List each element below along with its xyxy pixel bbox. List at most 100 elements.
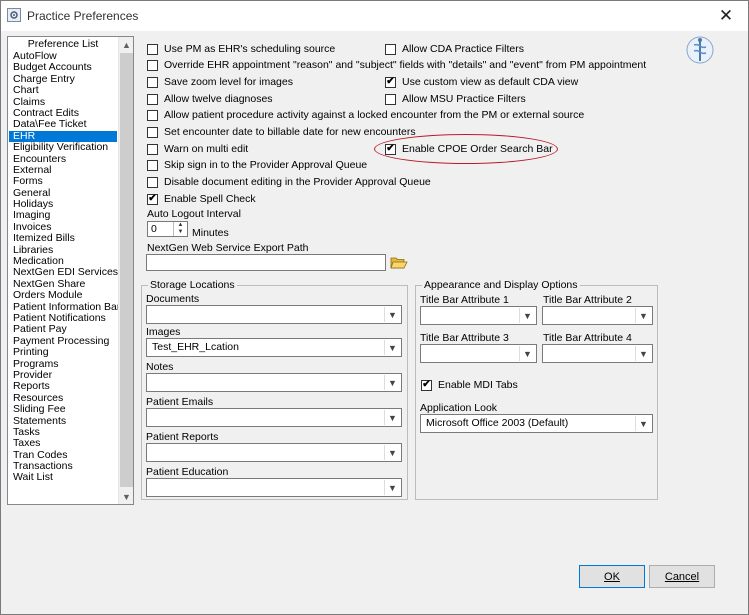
browse-folder-button[interactable] [388, 253, 410, 272]
checkbox-box[interactable] [385, 43, 396, 55]
list-item-orders-module[interactable]: Orders Module [9, 289, 117, 301]
patient-education-select[interactable]: ▼ [146, 478, 402, 497]
allow-twelve-checkbox[interactable]: Allow twelve diagnoses [147, 93, 273, 105]
checkbox-box[interactable] [147, 159, 158, 171]
chevron-down-icon[interactable]: ▼ [635, 308, 651, 323]
checkbox-box[interactable] [147, 126, 158, 138]
export-path-label: NextGen Web Service Export Path [147, 242, 309, 254]
cancel-button[interactable]: Cancel [649, 565, 715, 588]
spinner-arrows-icon[interactable]: ▲ ▼ [173, 222, 187, 236]
patient-emails-select[interactable]: ▼ [146, 408, 402, 427]
auto-logout-spinner[interactable]: 0 ▲ ▼ [147, 221, 188, 237]
checkbox-box[interactable] [147, 76, 158, 88]
chevron-down-icon[interactable]: ▼ [635, 346, 651, 361]
list-item-wait-list[interactable]: Wait List [9, 472, 117, 484]
checkbox-label: Use PM as EHR's scheduling source [164, 43, 336, 55]
list-scrollbar[interactable]: ▲ ▼ [118, 37, 133, 504]
patient-emails-label: Patient Emails [146, 396, 214, 408]
chevron-down-icon[interactable]: ▼ [635, 416, 651, 431]
list-item-reports[interactable]: Reports [9, 380, 117, 392]
preference-list[interactable]: Preference List AutoFlow Budget Accounts C… [7, 36, 134, 505]
checkbox-box[interactable] [147, 143, 158, 155]
list-item-forms[interactable]: Forms [9, 175, 117, 187]
checkbox-label: Enable Spell Check [164, 193, 256, 205]
checkbox-label: Skip sign in to the Provider Approval Qu… [164, 159, 368, 171]
override-ehr-checkbox[interactable]: Override EHR appointment "reason" and "s… [147, 59, 646, 71]
chevron-down-icon[interactable]: ▼ [519, 308, 535, 323]
application-look-label: Application Look [420, 402, 498, 414]
allow-msu-filters-checkbox[interactable]: Allow MSU Practice Filters [385, 93, 526, 105]
list-item-sliding-fee[interactable]: Sliding Fee [9, 403, 117, 415]
notes-label: Notes [146, 361, 174, 373]
title-bar-attr2-select[interactable]: ▼ [542, 306, 653, 325]
warn-multi-edit-checkbox[interactable]: Warn on multi edit [147, 143, 248, 155]
practice-preferences-window: Practice Preferences ✕ Preference List A… [0, 0, 749, 615]
title-bar-attr3-select[interactable]: ▼ [420, 344, 537, 363]
checkbox-box[interactable] [147, 43, 158, 55]
title-bar-attr1-select[interactable]: ▼ [420, 306, 537, 325]
list-item-printing[interactable]: Printing [9, 346, 117, 358]
title-bar: Practice Preferences ✕ [1, 1, 748, 31]
application-look-value: Microsoft Office 2003 (Default) [426, 417, 569, 429]
checkmark-icon[interactable]: ✔ [385, 76, 396, 88]
chevron-down-icon[interactable]: ▼ [384, 340, 400, 355]
set-encounter-date-checkbox[interactable]: Set encounter date to billable date for … [147, 126, 416, 138]
checkbox-label: Allow CDA Practice Filters [402, 43, 524, 55]
chevron-down-icon[interactable]: ▼ [384, 307, 400, 322]
checkbox-box[interactable] [147, 109, 158, 121]
documents-label: Documents [146, 293, 200, 305]
cancel-button-label: Cancel [664, 570, 700, 583]
title-bar-attr4-select[interactable]: ▼ [542, 344, 653, 363]
images-label: Images [146, 326, 181, 338]
checkbox-label: Disable document editing in the Provider… [164, 176, 431, 188]
enable-spell-check-checkbox[interactable]: ✔ Enable Spell Check [147, 193, 256, 205]
title-bar-attr2-label: Title Bar Attribute 2 [543, 294, 632, 306]
gear-window-icon [7, 8, 21, 22]
list-item-eligibility-verification[interactable]: Eligibility Verification [9, 141, 117, 153]
disable-doc-editing-checkbox[interactable]: Disable document editing in the Provider… [147, 176, 431, 188]
allow-cda-filters-checkbox[interactable]: Allow CDA Practice Filters [385, 43, 524, 55]
enable-mdi-tabs-checkbox[interactable]: ✔ Enable MDI Tabs [421, 379, 518, 391]
skip-sign-in-checkbox[interactable]: Skip sign in to the Provider Approval Qu… [147, 159, 367, 171]
checkbox-label: Allow patient procedure activity against… [164, 109, 585, 121]
images-value: Test_EHR_Lcation [152, 341, 239, 353]
use-pm-checkbox[interactable]: Use PM as EHR's scheduling source [147, 43, 335, 55]
documents-select[interactable]: ▼ [146, 305, 402, 324]
auto-logout-unit: Minutes [192, 227, 229, 239]
use-custom-view-checkbox[interactable]: ✔ Use custom view as default CDA view [385, 76, 578, 88]
patient-education-label: Patient Education [146, 466, 229, 478]
list-item-chart[interactable]: Chart [9, 84, 117, 96]
list-item-itemized-bills[interactable]: Itemized Bills [9, 232, 117, 244]
patient-reports-select[interactable]: ▼ [146, 443, 402, 462]
notes-select[interactable]: ▼ [146, 373, 402, 392]
dialog-body: Preference List AutoFlow Budget Accounts C… [1, 31, 748, 614]
images-select[interactable]: Test_EHR_Lcation ▼ [146, 338, 402, 357]
checkmark-icon[interactable]: ✔ [421, 379, 432, 391]
auto-logout-value: 0 [151, 223, 157, 235]
checkmark-icon[interactable]: ✔ [147, 193, 158, 205]
storage-locations-title: Storage Locations [148, 279, 237, 291]
open-folder-icon [390, 257, 408, 269]
checkbox-box[interactable] [147, 176, 158, 188]
ok-button[interactable]: OK [579, 565, 645, 588]
list-item-taxes[interactable]: Taxes [9, 437, 117, 449]
checkbox-label: Use custom view as default CDA view [402, 76, 579, 88]
scroll-up-icon[interactable]: ▲ [119, 37, 133, 52]
checkbox-box[interactable] [147, 59, 158, 71]
close-button[interactable]: ✕ [706, 3, 746, 29]
checkbox-box[interactable] [147, 93, 158, 105]
chevron-down-icon[interactable]: ▼ [384, 410, 400, 425]
chevron-down-icon[interactable]: ▼ [384, 375, 400, 390]
checkbox-box[interactable] [385, 93, 396, 105]
ok-button-label: OK [604, 570, 620, 583]
chevron-down-icon[interactable]: ▼ [384, 480, 400, 495]
chevron-down-icon[interactable]: ▼ [384, 445, 400, 460]
close-icon: ✕ [718, 6, 734, 25]
application-look-select[interactable]: Microsoft Office 2003 (Default) ▼ [420, 414, 653, 433]
save-zoom-checkbox[interactable]: Save zoom level for images [147, 76, 293, 88]
chevron-down-icon[interactable]: ▼ [519, 346, 535, 361]
export-path-input[interactable] [146, 254, 386, 271]
scroll-down-icon[interactable]: ▼ [119, 489, 133, 504]
allow-patient-procedure-checkbox[interactable]: Allow patient procedure activity against… [147, 109, 584, 121]
scroll-thumb[interactable] [120, 53, 133, 487]
